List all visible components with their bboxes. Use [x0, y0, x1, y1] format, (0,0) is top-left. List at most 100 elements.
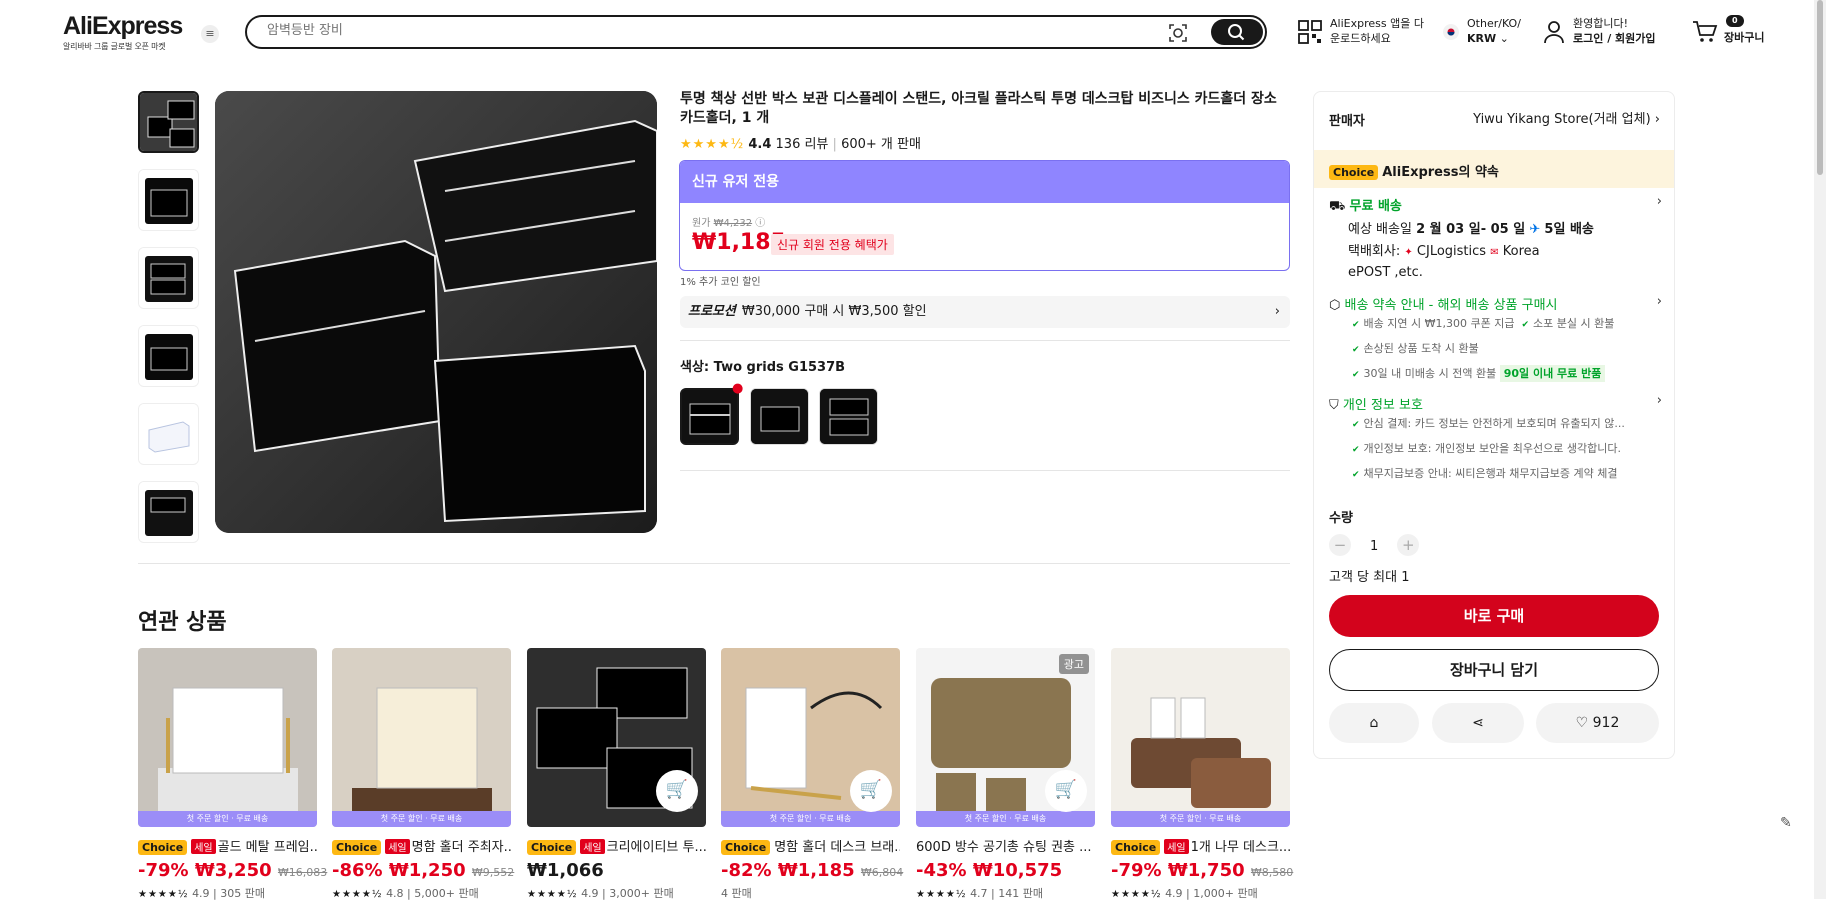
account-menu[interactable]: 환영합니다! 로그인 / 회원가입 [1543, 16, 1656, 46]
product-title[interactable]: Choice 세일 명함 홀더 주최자... [332, 836, 511, 855]
aliexpress-logo[interactable]: AliExpress 알리바바 그룹 글로벌 오픈 마켓 [63, 12, 183, 52]
quantity-value[interactable]: 1 [1355, 539, 1393, 554]
privacy-label: 개인 정보 보호 [1342, 398, 1423, 413]
thumbnail[interactable] [138, 169, 199, 231]
locale-selector[interactable]: Other/KO/ KRW ⌄ [1443, 16, 1521, 46]
product-image[interactable]: 첫 주문 할인 · 무료 배송 [1111, 648, 1290, 827]
thumbnail[interactable] [138, 325, 199, 387]
star-icon: ★★★★½ [527, 889, 578, 900]
promo-banner: 첫 주문 할인 · 무료 배송 [332, 811, 511, 827]
locale-line1: Other/KO/ [1467, 17, 1521, 30]
app-download[interactable]: AliExpress 앱을 다 운로드하세요 [1298, 16, 1424, 46]
logo-text: AliExpress [63, 12, 183, 40]
quantity-label: 수량 [1329, 511, 1353, 526]
product-title[interactable]: Choice 명함 홀더 데스크 브래... [721, 836, 900, 855]
product-card[interactable]: 첫 주문 할인 · 무료 배송 Choice 세일 1개 나무 데스크... -79… [1111, 648, 1293, 901]
check-icon: ✔ [1352, 345, 1360, 355]
privacy-row[interactable]: ⛉ 개인 정보 보호 [1329, 394, 1423, 413]
main-product-image[interactable] [215, 91, 657, 533]
rating-value: 4.4 [748, 137, 772, 152]
divider [138, 563, 1290, 564]
thumbnail-list [138, 91, 199, 559]
product-card[interactable]: 광고 첫 주문 할인 · 무료 배송 🛒 600D 방수 공기총 슈팅 권총 ...… [916, 648, 1095, 901]
scrollbar[interactable] [1814, 0, 1826, 899]
store-button[interactable]: ⌂ [1329, 703, 1419, 743]
increase-button[interactable]: + [1397, 534, 1420, 556]
add-to-cart-icon[interactable]: 🛒 [850, 770, 892, 812]
product-card[interactable]: 첫 주문 할인 · 무료 배송 Choice 세일 명함 홀더 주최자... -86… [332, 648, 514, 901]
divider [680, 470, 1290, 471]
promotion-row[interactable]: 프로모션 ₩30,000 구매 시 ₩3,500 할인 › [680, 296, 1290, 328]
menu-icon[interactable]: ≡ [201, 25, 219, 43]
review-count[interactable]: 136 리뷰 [776, 137, 829, 152]
promo-text: ₩30,000 구매 시 ₩3,500 할인 [741, 304, 927, 319]
free-ship-label: 무료 배송 [1349, 199, 1402, 214]
free-shipping-row[interactable]: ⛟ 무료 배송 [1329, 195, 1402, 216]
title-text: 골드 메탈 프레임... [217, 840, 317, 855]
delivery-prefix: 예상 배송일 [1348, 222, 1412, 237]
rating: 4.9 [581, 887, 599, 900]
star-icon: ★★★★½ [916, 889, 967, 900]
seller-name: Yiwu Yikang Store(거래 업체) [1473, 112, 1651, 127]
choice-badge: Choice [1329, 165, 1379, 180]
price-row: ₩1,066 [527, 860, 706, 881]
header: AliExpress 알리바바 그룹 글로벌 오픈 마켓 ≡ AliExpres… [0, 0, 1826, 64]
ad-label: 광고 [1058, 654, 1089, 674]
share-button[interactable]: ⋖ [1432, 703, 1524, 743]
thumbnail[interactable] [138, 91, 199, 153]
product-image[interactable]: 🛒 [527, 648, 706, 827]
edit-icon[interactable]: ✎ [1780, 815, 1802, 837]
product-title[interactable]: 600D 방수 공기총 슈팅 권총 ... [916, 836, 1095, 855]
add-to-cart-button[interactable]: 장바구니 담기 [1329, 649, 1659, 691]
login-signup[interactable]: 로그인 / 회원가입 [1573, 32, 1656, 45]
product-card[interactable]: 첫 주문 할인 · 무료 배송 🛒 Choice 명함 홀더 데스크 브래... -… [721, 648, 904, 901]
sold: 4 판매 [721, 887, 752, 900]
thumbnail[interactable] [138, 403, 199, 465]
privacy-item: 채무지급보증 안내: 씨티은행과 채무지급보증 계약 체결 [1363, 467, 1618, 480]
related-heading: 연관 상품 [138, 610, 227, 635]
promo-label: 프로모션 [688, 304, 736, 319]
decrease-button[interactable]: − [1329, 534, 1351, 556]
product-image[interactable]: 첫 주문 할인 · 무료 배송 [332, 648, 511, 827]
choice-badge: Choice [138, 840, 188, 855]
product-card[interactable]: 🛒 Choice 세일 크리에이티브 투... ₩1,066 ★★★★½ 4.9 |… [527, 648, 706, 901]
thumbnail[interactable] [138, 247, 199, 309]
add-to-cart-icon[interactable]: 🛒 [1045, 770, 1087, 812]
product-image[interactable]: 첫 주문 할인 · 무료 배송 [138, 648, 317, 827]
product-card[interactable]: 첫 주문 할인 · 무료 배송 Choice 세일 골드 메탈 프레임... -79… [138, 648, 327, 901]
color-variant[interactable] [819, 388, 878, 445]
title-text: 명함 홀더 주최자... [411, 840, 511, 855]
chevron-right-icon[interactable]: › [1657, 294, 1662, 309]
chevron-right-icon[interactable]: › [1657, 393, 1662, 408]
scrollbar-thumb[interactable] [1817, 0, 1823, 175]
search-button[interactable] [1211, 19, 1263, 45]
product-title[interactable]: Choice 세일 1개 나무 데스크... [1111, 836, 1290, 855]
check-icon: ✔ [1352, 370, 1360, 380]
sold: 5,000+ 판매 [414, 887, 479, 900]
seller-link[interactable]: Yiwu Yikang Store(거래 업체) › [1473, 108, 1660, 127]
original-price: ₩6,804 [860, 866, 904, 879]
title-text: 명함 홀더 데스크 브래... [774, 840, 900, 855]
info-icon[interactable]: ⓘ [755, 218, 765, 229]
color-variant[interactable] [680, 388, 739, 445]
product-image[interactable]: 광고 첫 주문 할인 · 무료 배송 🛒 [916, 648, 1095, 827]
add-to-cart-icon[interactable]: 🛒 [656, 770, 698, 812]
chevron-right-icon[interactable]: › [1657, 194, 1662, 209]
camera-search-icon[interactable] [1167, 22, 1189, 44]
product-image[interactable]: 첫 주문 할인 · 무료 배송 🛒 [721, 648, 900, 827]
price: ₩1,066 [527, 860, 604, 881]
coin-discount: 1% 추가 코인 할인 [680, 277, 761, 288]
buy-now-button[interactable]: 바로 구매 [1329, 595, 1659, 637]
wishlist-button[interactable]: ♡ 912 [1536, 703, 1659, 743]
search-input[interactable] [267, 23, 1147, 38]
color-variant[interactable] [750, 388, 809, 445]
thumbnail[interactable] [138, 481, 199, 543]
product-title[interactable]: Choice 세일 크리에이티브 투... [527, 836, 706, 855]
original-price: ₩16,083 [277, 866, 328, 879]
quantity-stepper: − 1 + [1329, 534, 1420, 556]
rating-row[interactable]: ★★★★½ 4.4 136 리뷰 | 600+ 개 판매 [680, 133, 921, 152]
star-rating-icon: ★★★★½ [680, 137, 745, 152]
shipping-promise-row[interactable]: ⬡ 배송 약속 안내 - 해외 배송 상품 구매시 [1329, 294, 1558, 313]
product-title[interactable]: Choice 세일 골드 메탈 프레임... [138, 836, 317, 855]
discount: -79% [138, 860, 189, 881]
